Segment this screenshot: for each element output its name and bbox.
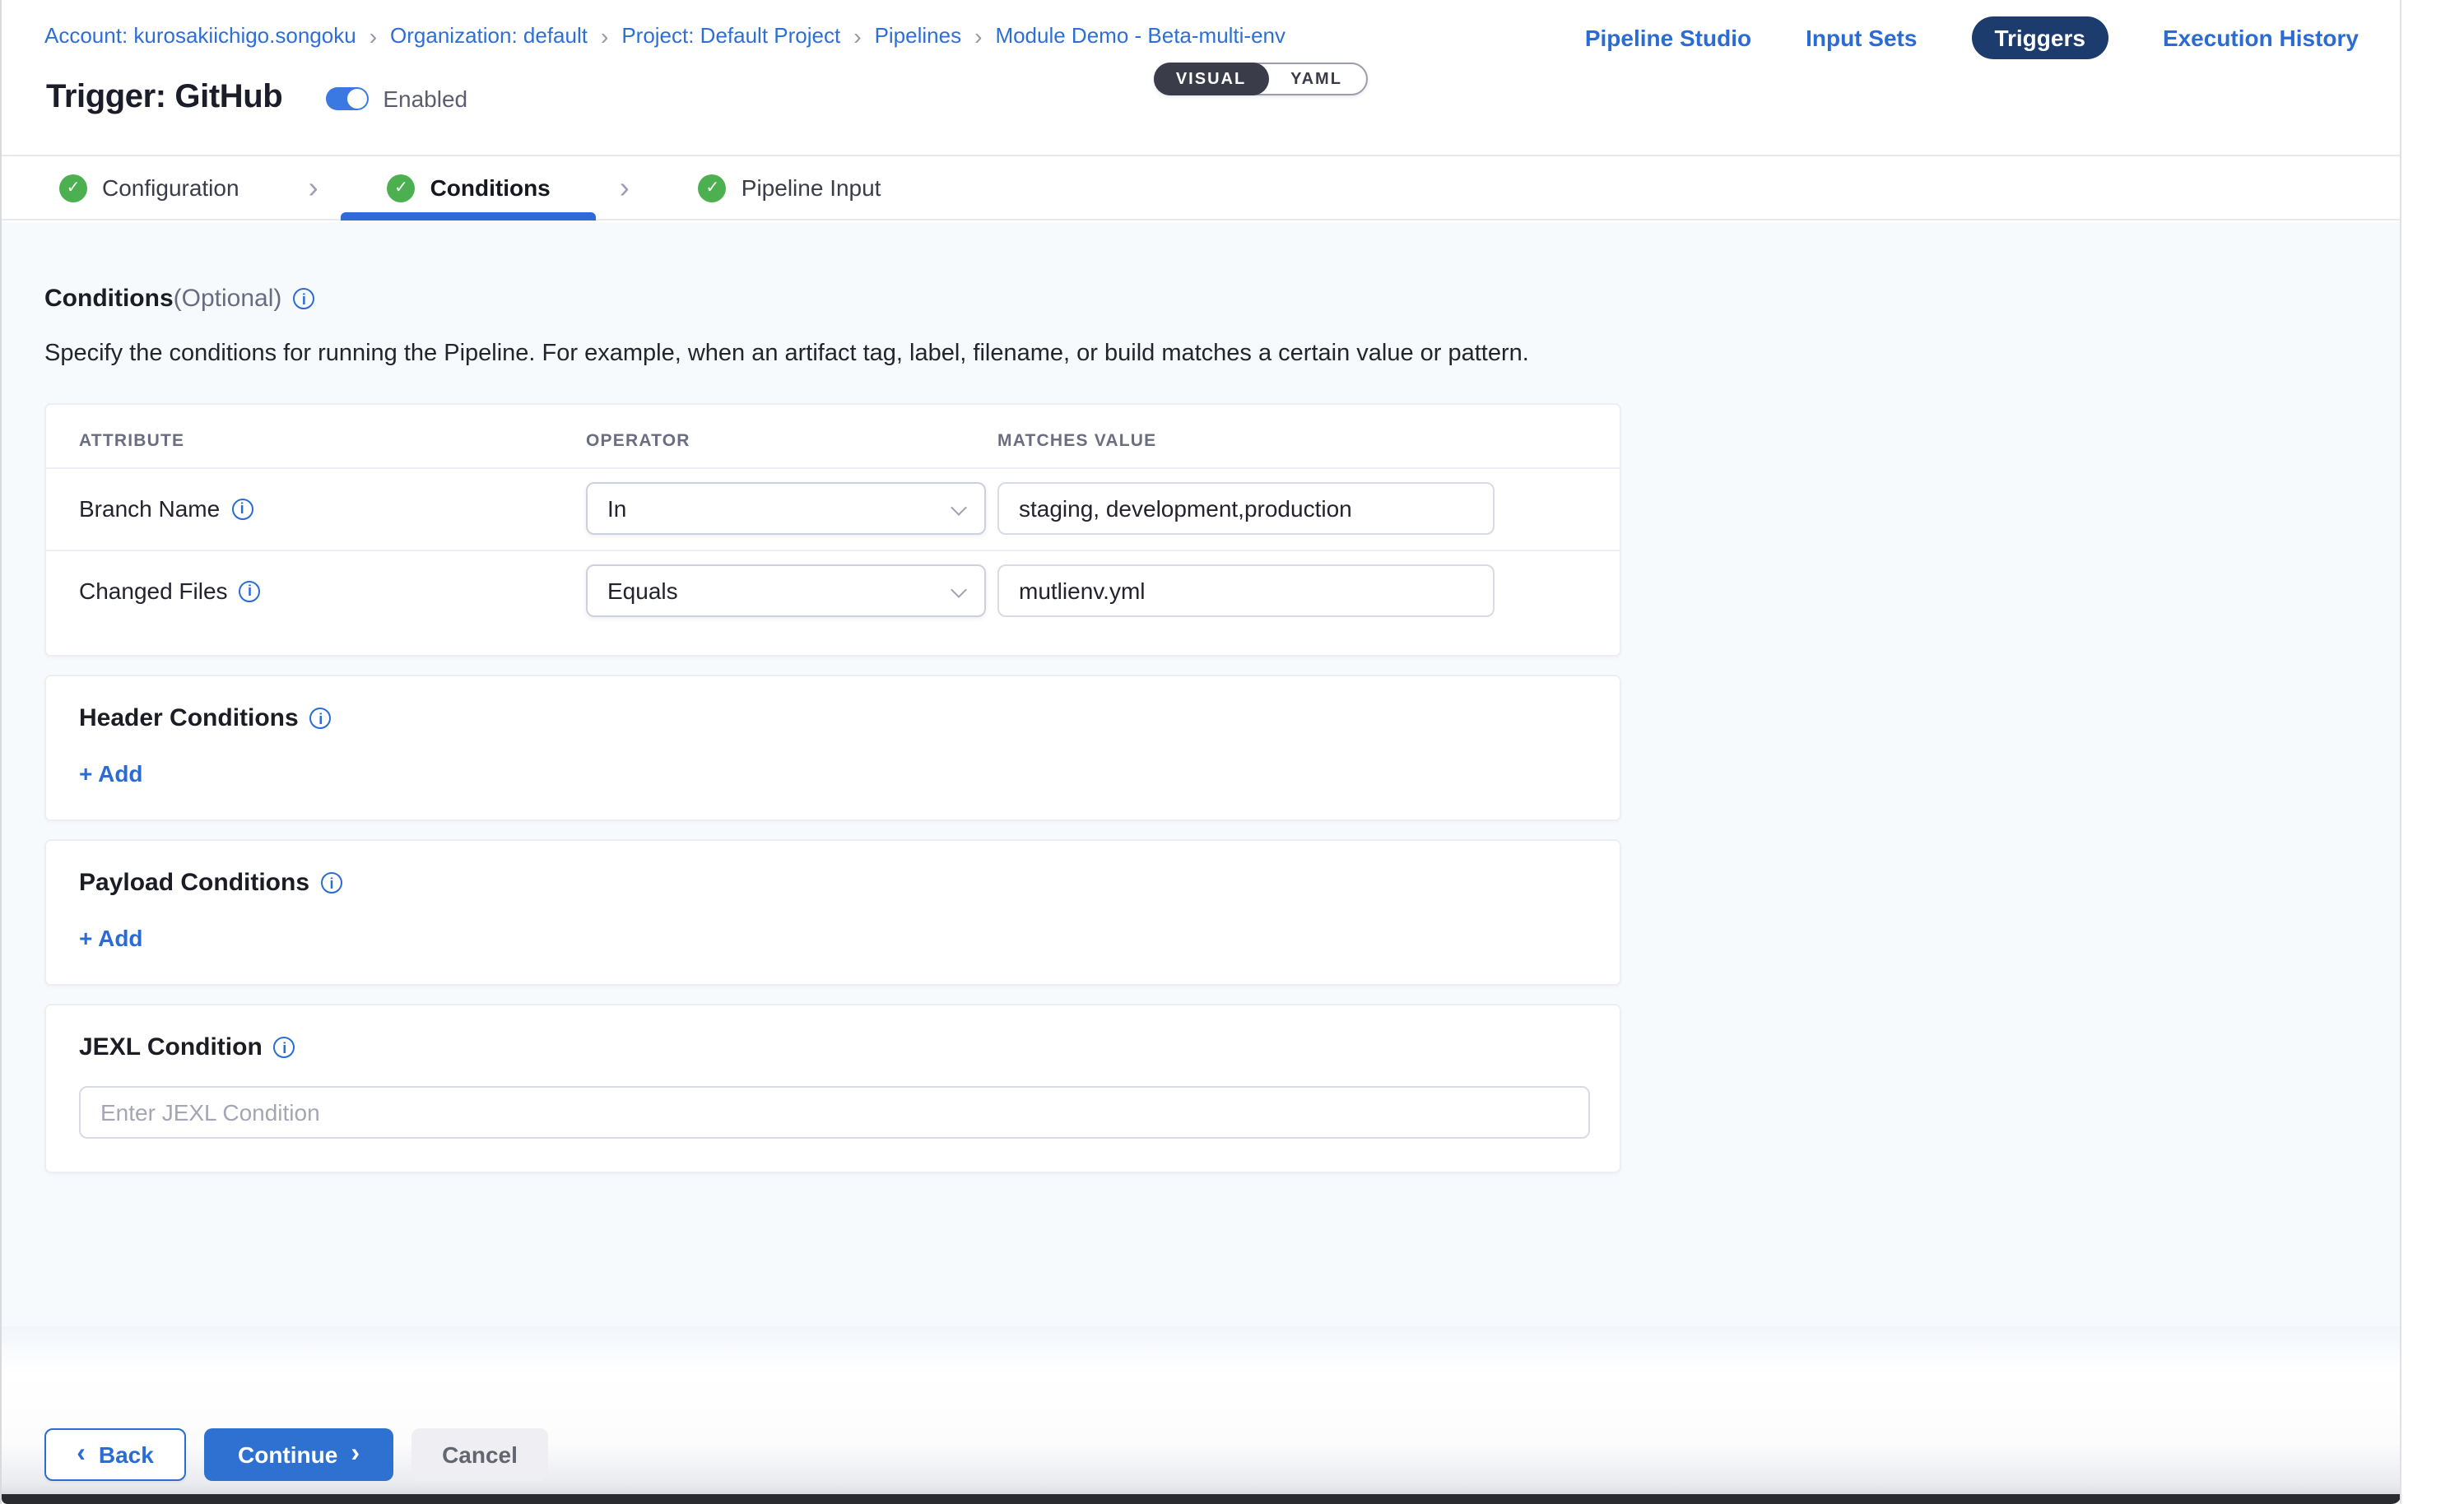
continue-button[interactable]: Continue › xyxy=(204,1428,393,1481)
nav-item-execution-history[interactable]: Execution History xyxy=(2163,25,2359,51)
nav-item-pipeline-studio[interactable]: Pipeline Studio xyxy=(1585,25,1751,51)
breadcrumb: Account: kurosakiichigo.songoku › Organi… xyxy=(44,23,1285,48)
attribute-label: Changed Files xyxy=(79,578,228,604)
conditions-description: Specify the conditions for running the P… xyxy=(44,341,2401,367)
jexl-condition-title: JEXL Condition xyxy=(79,1033,263,1061)
tab-yaml[interactable]: YAML xyxy=(1267,64,1366,94)
operator-select-value: In xyxy=(607,495,626,522)
breadcrumb-link-organization[interactable]: Organization: default xyxy=(390,23,588,48)
enabled-label: Enabled xyxy=(383,85,467,111)
chevron-right-icon: › xyxy=(974,24,982,47)
operator-select-value: Equals xyxy=(607,578,678,604)
payload-conditions-card: Payload Conditions i + Add xyxy=(44,839,1621,986)
chevron-right-icon: › xyxy=(620,170,630,205)
step-label: Conditions xyxy=(430,174,551,201)
conditions-title: Conditions xyxy=(44,285,174,313)
check-icon: ✓ xyxy=(699,174,727,202)
chevron-right-icon: › xyxy=(601,24,608,47)
tab-visual[interactable]: VISUAL xyxy=(1154,63,1268,95)
step-configuration[interactable]: ✓ Configuration xyxy=(13,156,286,219)
chevron-right-icon: › xyxy=(351,1441,360,1468)
check-icon: ✓ xyxy=(388,174,416,202)
enabled-toggle[interactable] xyxy=(325,86,368,109)
breadcrumb-link-project[interactable]: Project: Default Project xyxy=(621,23,840,48)
conditions-heading: Conditions (Optional) i xyxy=(44,285,2401,313)
table-row-changed-files: Changed Files i Equals xyxy=(46,551,1620,632)
info-icon[interactable]: i xyxy=(310,708,332,729)
back-button[interactable]: ‹ Back xyxy=(44,1428,186,1481)
chevron-down-icon xyxy=(951,582,967,598)
info-icon[interactable]: i xyxy=(239,580,261,601)
matches-value-input[interactable] xyxy=(997,564,1495,617)
table-row-branch-name: Branch Name i In xyxy=(46,469,1620,550)
breadcrumb-link-account[interactable]: Account: kurosakiichigo.songoku xyxy=(44,23,356,48)
cancel-button[interactable]: Cancel xyxy=(411,1428,548,1481)
chevron-right-icon: › xyxy=(853,24,861,47)
window-bottom-edge xyxy=(2,1494,2401,1504)
step-label: Pipeline Input xyxy=(742,174,881,201)
app-window: Account: kurosakiichigo.songoku › Organi… xyxy=(0,0,2464,1504)
wizard-step-bar: ✓ Configuration › ✓ Conditions › ✓ Pipel… xyxy=(2,155,2401,220)
page-header: Account: kurosakiichigo.songoku › Organi… xyxy=(2,0,2401,155)
check-icon: ✓ xyxy=(59,174,87,202)
pipeline-nav: Pipeline Studio Input Sets Triggers Exec… xyxy=(1585,16,2359,59)
conditions-table-header: ATTRIBUTE OPERATOR MATCHES VALUE xyxy=(46,405,1620,467)
step-conditions[interactable]: ✓ Conditions xyxy=(342,156,597,219)
right-gutter xyxy=(2400,0,2464,1504)
nav-item-input-sets[interactable]: Input Sets xyxy=(1806,25,1917,51)
chevron-right-icon: › xyxy=(309,170,318,205)
toggle-knob xyxy=(346,88,366,108)
step-label: Configuration xyxy=(102,174,239,201)
info-icon[interactable]: i xyxy=(321,872,342,894)
conditions-panel: Conditions (Optional) i Specify the cond… xyxy=(2,222,2401,1326)
matches-value-input[interactable] xyxy=(997,482,1495,535)
visual-yaml-toggle: VISUAL YAML xyxy=(1154,63,1368,95)
payload-conditions-title: Payload Conditions xyxy=(79,869,309,897)
jexl-condition-card: JEXL Condition i xyxy=(44,1004,1621,1173)
operator-select[interactable]: In xyxy=(586,482,986,535)
add-payload-condition-button[interactable]: + Add xyxy=(79,925,143,951)
column-header-attribute: ATTRIBUTE xyxy=(79,431,586,451)
header-conditions-title: Header Conditions xyxy=(79,704,299,732)
chevron-left-icon: ‹ xyxy=(77,1441,86,1468)
header-conditions-card: Header Conditions i + Add xyxy=(44,675,1621,821)
chevron-right-icon: › xyxy=(370,24,377,47)
breadcrumb-link-pipeline-name[interactable]: Module Demo - Beta-multi-env xyxy=(995,23,1285,48)
optional-label: (Optional) xyxy=(174,285,282,313)
step-pipeline-input[interactable]: ✓ Pipeline Input xyxy=(653,156,927,219)
info-icon[interactable]: i xyxy=(231,498,253,519)
add-header-condition-button[interactable]: + Add xyxy=(79,760,143,787)
conditions-table-card: ATTRIBUTE OPERATOR MATCHES VALUE Branch … xyxy=(44,403,1621,657)
attribute-label: Branch Name xyxy=(79,495,220,522)
operator-select[interactable]: Equals xyxy=(586,564,986,617)
info-icon[interactable]: i xyxy=(293,288,314,309)
jexl-condition-input[interactable] xyxy=(79,1086,1590,1139)
wizard-footer: ‹ Back Continue › Cancel xyxy=(2,1326,2401,1494)
column-header-operator: OPERATOR xyxy=(586,431,997,451)
info-icon[interactable]: i xyxy=(274,1037,295,1058)
breadcrumb-link-pipelines[interactable]: Pipelines xyxy=(875,23,962,48)
page-title: Trigger: GitHub xyxy=(46,79,282,117)
chevron-down-icon xyxy=(951,499,967,516)
column-header-matches-value: MATCHES VALUE xyxy=(997,431,1587,451)
nav-item-triggers[interactable]: Triggers xyxy=(1971,16,2108,59)
title-row: Trigger: GitHub Enabled xyxy=(46,79,467,117)
